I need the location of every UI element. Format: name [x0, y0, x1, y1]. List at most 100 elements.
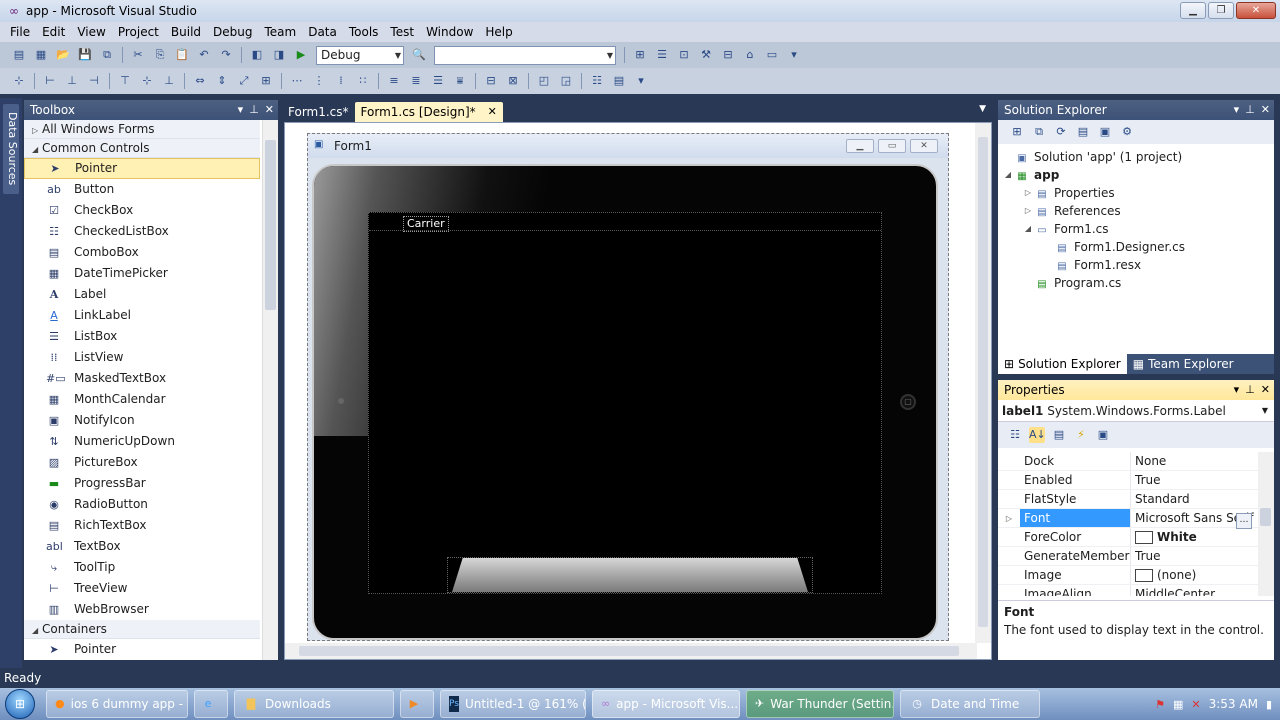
- carrier-label[interactable]: Carrier: [403, 216, 449, 232]
- toolbox-item-maskedtextbox[interactable]: #▭ MaskedTextBox: [24, 368, 260, 389]
- bring-to-front-icon[interactable]: ◰: [536, 73, 552, 89]
- menu-debug[interactable]: Debug: [207, 22, 258, 42]
- toolbox-scrollbar[interactable]: [262, 120, 278, 660]
- window-position-icon[interactable]: ▾: [238, 100, 244, 120]
- toolbox-item-webbrowser[interactable]: ▥ WebBrowser: [24, 599, 260, 620]
- toolbox-item-pointer[interactable]: ➤ Pointer: [24, 639, 260, 660]
- cut-icon[interactable]: ✂: [130, 47, 146, 63]
- menu-edit[interactable]: Edit: [36, 22, 71, 42]
- action-center-icon[interactable]: ⚑: [1155, 698, 1165, 711]
- active-files-dropdown-icon[interactable]: ▼: [979, 104, 986, 114]
- close-icon[interactable]: ✕: [265, 100, 274, 120]
- ios-status-bar[interactable]: Carrier: [369, 213, 881, 232]
- toolbox-item-richtextbox[interactable]: ▤ RichTextBox: [24, 515, 260, 536]
- taskbar-item-photoshop[interactable]: Ps Untitled-1 @ 161% (...: [440, 690, 586, 718]
- properties-view-icon[interactable]: ▤: [1051, 427, 1067, 443]
- close-icon[interactable]: ✕: [1261, 380, 1270, 400]
- remove-vertical-spacing-icon[interactable]: ⩸: [452, 73, 468, 89]
- events-icon[interactable]: ⚡: [1073, 427, 1089, 443]
- add-item-icon[interactable]: ▦: [33, 47, 49, 63]
- menu-project[interactable]: Project: [112, 22, 165, 42]
- toolbox-section-containers[interactable]: ◢ Containers: [24, 620, 260, 639]
- data-sources-tab[interactable]: Data Sources: [3, 104, 19, 194]
- property-row-enabled[interactable]: Enabled True: [998, 471, 1258, 490]
- property-row-flatstyle[interactable]: FlatStyle Standard: [998, 490, 1258, 509]
- close-button[interactable]: ✕: [1236, 2, 1276, 19]
- property-pages-icon[interactable]: ▣: [1095, 427, 1111, 443]
- property-grid-scrollbar[interactable]: [1258, 452, 1274, 596]
- form1-window[interactable]: ▣ Form1 ▁ ▭ ✕ ▢ Carrier: [307, 133, 949, 641]
- save-all-icon[interactable]: ⧉: [99, 47, 115, 63]
- tree-node-solution[interactable]: ▣ Solution 'app' (1 project): [998, 148, 1274, 166]
- font-ellipsis-button[interactable]: …: [1236, 513, 1252, 529]
- menu-test[interactable]: Test: [384, 22, 420, 42]
- toolbox-item-numericupdown[interactable]: ⇅ NumericUpDown: [24, 431, 260, 452]
- toolbox-item-monthcalendar[interactable]: ▦ MonthCalendar: [24, 389, 260, 410]
- toolbox-item-checkedlistbox[interactable]: ☷ CheckedListBox: [24, 221, 260, 242]
- object-browser-icon[interactable]: ⊡: [676, 47, 692, 63]
- property-row-image[interactable]: Image (none): [998, 566, 1258, 585]
- pin-icon[interactable]: ⊥: [1245, 100, 1255, 120]
- increase-horizontal-spacing-icon[interactable]: ⋮: [311, 73, 327, 89]
- menu-build[interactable]: Build: [165, 22, 207, 42]
- menu-tools[interactable]: Tools: [343, 22, 385, 42]
- expand-arrow-icon[interactable]: ▷: [1022, 202, 1034, 220]
- tree-node-form1-cs[interactable]: ◢ ▭ Form1.cs: [998, 220, 1274, 238]
- tab-solution-explorer[interactable]: ⊞ Solution Explorer: [998, 354, 1127, 374]
- ipad-screen-panel[interactable]: Carrier: [368, 212, 882, 594]
- decrease-horizontal-spacing-icon[interactable]: ⁞: [333, 73, 349, 89]
- taskbar-item-date-and-time[interactable]: ◷ Date and Time: [900, 690, 1040, 718]
- scrollbar-thumb[interactable]: [265, 140, 276, 310]
- open-file-icon[interactable]: 📂: [55, 47, 71, 63]
- toolbox-item-textbox[interactable]: abl TextBox: [24, 536, 260, 557]
- collapse-arrow-icon[interactable]: ◢: [1022, 220, 1034, 238]
- menu-data[interactable]: Data: [302, 22, 343, 42]
- decrease-vertical-spacing-icon[interactable]: ☰: [430, 73, 446, 89]
- tree-node-properties[interactable]: ▷ ▤ Properties: [998, 184, 1274, 202]
- pin-icon[interactable]: ⊥: [249, 100, 259, 120]
- find-dropdown[interactable]: ▼: [434, 45, 616, 65]
- make-same-height-icon[interactable]: ⇕: [214, 73, 230, 89]
- align-middles-icon[interactable]: ⊹: [139, 73, 155, 89]
- toolbox-item-notifyicon[interactable]: ▣ NotifyIcon: [24, 410, 260, 431]
- close-icon[interactable]: ✕: [1261, 100, 1270, 120]
- horizontal-spacing-icon[interactable]: ⋯: [289, 73, 305, 89]
- remove-horizontal-spacing-icon[interactable]: ∷: [355, 73, 371, 89]
- toolbox-section-all-windows-forms[interactable]: ▷ All Windows Forms: [24, 120, 260, 139]
- view-class-diagram-icon[interactable]: ⚙: [1119, 124, 1135, 140]
- align-centers-icon[interactable]: ⊥: [64, 73, 80, 89]
- size-to-grid-icon[interactable]: ⊞: [258, 73, 274, 89]
- increase-vertical-spacing-icon[interactable]: ≣: [408, 73, 424, 89]
- navigate-back-icon[interactable]: ◧: [249, 47, 265, 63]
- minimize-button[interactable]: ▁: [1180, 2, 1206, 19]
- lock-controls-icon[interactable]: ▤: [611, 73, 627, 89]
- clock[interactable]: 3:53 AM: [1209, 697, 1258, 711]
- scrollbar-thumb[interactable]: [1260, 508, 1271, 526]
- menu-team[interactable]: Team: [258, 22, 302, 42]
- property-row-font[interactable]: ▷ Font Microsoft Sans Serif: [998, 509, 1258, 528]
- toolbox-item-label[interactable]: A Label: [24, 284, 260, 305]
- ios-dock-picturebox[interactable]: [447, 557, 813, 593]
- command-window-icon[interactable]: ▭: [764, 47, 780, 63]
- toolbox-item-picturebox[interactable]: ▨ PictureBox: [24, 452, 260, 473]
- tree-node-app-project[interactable]: ◢ ▦ app: [998, 166, 1274, 184]
- toolbox-section-common-controls[interactable]: ◢ Common Controls: [24, 139, 260, 158]
- network-icon[interactable]: ▦: [1173, 698, 1183, 711]
- refresh-icon[interactable]: ⟳: [1053, 124, 1069, 140]
- taskbar-item-firefox[interactable]: ● ios 6 dummy app - ...: [46, 690, 188, 718]
- view-designer-icon[interactable]: ▣: [1097, 124, 1113, 140]
- tab-team-explorer[interactable]: ▦ Team Explorer: [1127, 354, 1240, 374]
- redo-icon[interactable]: ↷: [218, 47, 234, 63]
- object-selector-dropdown[interactable]: label1 System.Windows.Forms.Label ▼: [998, 400, 1274, 422]
- solution-explorer-icon[interactable]: ⊞: [632, 47, 648, 63]
- taskbar-item-media-player[interactable]: ▶: [400, 690, 434, 718]
- toolbox-item-combobox[interactable]: ▤ ComboBox: [24, 242, 260, 263]
- send-to-back-icon[interactable]: ◲: [558, 73, 574, 89]
- find-in-files-icon[interactable]: 🔍: [411, 47, 427, 63]
- view-code-icon[interactable]: ▤: [1075, 124, 1091, 140]
- tree-node-references[interactable]: ▷ ▤ References: [998, 202, 1274, 220]
- start-button[interactable]: ⊞: [0, 688, 40, 720]
- make-same-width-icon[interactable]: ⇔: [192, 73, 208, 89]
- copy-icon[interactable]: ⎘: [152, 47, 168, 63]
- expand-arrow-icon[interactable]: ▷: [1022, 184, 1034, 202]
